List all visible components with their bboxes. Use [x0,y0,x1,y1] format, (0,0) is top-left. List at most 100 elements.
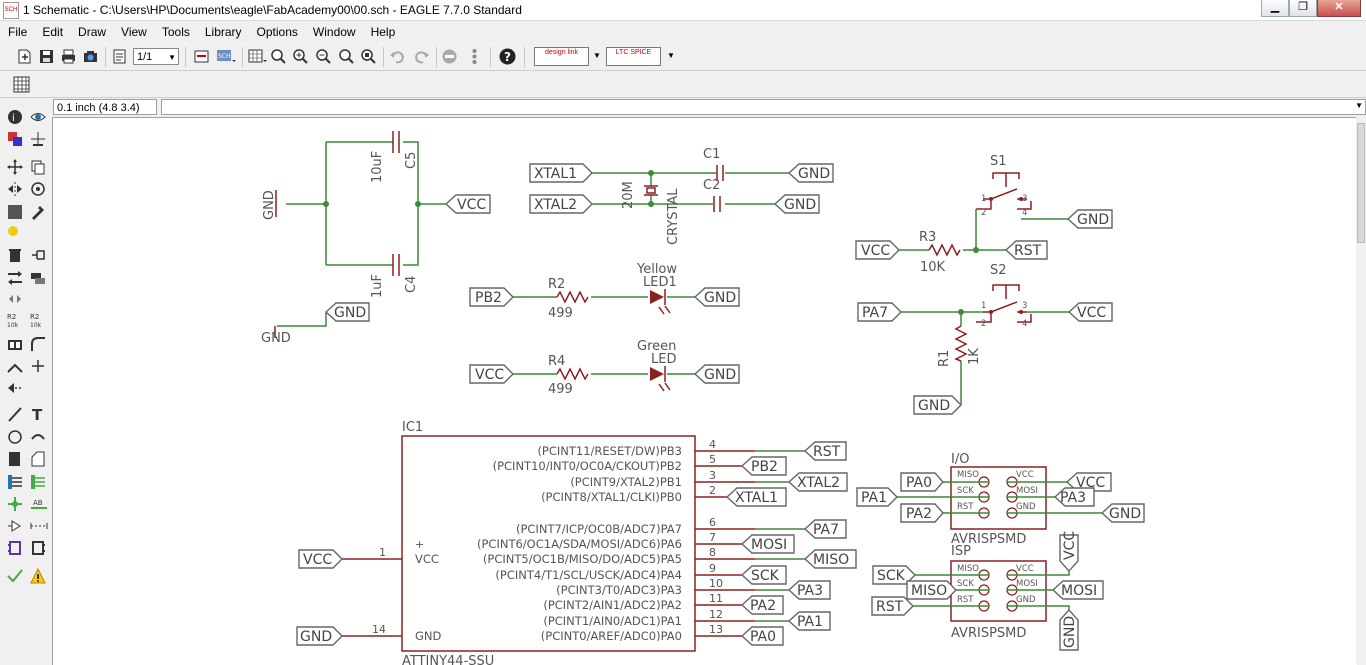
menu-edit[interactable]: Edit [34,22,70,42]
help-icon[interactable]: ? [499,48,516,65]
designlink-button[interactable]: design link [534,47,589,66]
attribute-icon[interactable] [30,518,48,534]
net-label-xtal1[interactable]: XTAL1 [735,490,778,506]
move-icon[interactable] [7,159,23,175]
scrollbar-thumb[interactable] [1357,123,1365,243]
ltspice-button[interactable]: LTC SPICE [606,47,661,66]
text-icon[interactable]: T [30,406,46,422]
gateswap-icon[interactable] [7,291,23,307]
warning-icon[interactable] [30,568,46,584]
sheet-icon[interactable] [111,48,128,65]
net-label-gnd[interactable]: GND [784,197,816,213]
save-icon[interactable] [38,48,55,65]
paste-icon[interactable] [7,225,23,241]
net-label-pb2[interactable]: PB2 [751,459,778,475]
net-label-sck[interactable]: SCK [751,568,780,584]
bus-icon[interactable] [7,474,23,490]
close-button[interactable]: ✕ [1317,0,1361,17]
net-label-vcc[interactable]: VCC [1077,305,1106,321]
net-label-pa3[interactable]: PA3 [797,583,823,599]
eye-icon[interactable] [30,109,46,125]
net-label-mosi[interactable]: MOSI [751,537,787,553]
name-icon[interactable]: R210k [7,312,25,328]
net-label-sck[interactable]: SCK [877,568,906,584]
circle-icon[interactable] [7,429,23,445]
menu-options[interactable]: Options [249,22,305,42]
menu-draw[interactable]: Draw [70,22,113,42]
vertical-scrollbar[interactable] [1356,117,1366,664]
open-file-icon[interactable] [16,48,33,65]
io-header[interactable]: I/O AVRISPSMD MISO SCK RST VCC MOSI GND … [856,452,1145,547]
menu-view[interactable]: View [113,22,154,42]
label-icon[interactable]: AB [30,496,48,512]
drc-icon[interactable] [7,568,23,584]
net-label-gnd[interactable]: GND [918,398,950,414]
net-label-gnd[interactable]: GND [300,629,332,645]
optimize-icon[interactable] [30,358,46,374]
mark-icon[interactable] [30,131,46,147]
net-label-gnd[interactable]: GND [334,305,366,321]
redo-icon[interactable] [413,48,430,65]
net-label-gnd[interactable]: GND [1077,212,1109,228]
rotate-icon[interactable] [30,181,46,197]
go-icon[interactable] [466,48,483,65]
net-label-vcc[interactable]: VCC [457,197,486,213]
pinswap-icon[interactable] [7,270,23,286]
change-icon[interactable] [30,204,46,220]
net-label-vcc[interactable]: VCC [475,367,504,383]
rect-icon[interactable] [7,451,23,467]
miter-icon[interactable] [30,336,46,352]
net-label-xtal1[interactable]: XTAL1 [534,166,577,182]
mirror-icon[interactable] [7,181,23,197]
net-label-pa7[interactable]: PA7 [862,305,888,321]
zoom-out-icon[interactable] [315,48,332,65]
junction-icon[interactable] [7,496,23,512]
net-label-pa1[interactable]: PA1 [797,614,823,630]
net-label-vcc[interactable]: VCC [861,243,890,259]
command-input[interactable]: ▼ [161,99,1366,115]
undo-icon[interactable] [389,48,406,65]
net-label-gnd[interactable]: GND [704,367,736,383]
maximize-button[interactable]: ❐ [1289,0,1317,17]
dimension-icon[interactable] [30,540,46,556]
erc-icon[interactable] [7,518,23,534]
replace-icon[interactable] [30,270,46,286]
info-icon[interactable]: i [7,109,23,125]
stop-icon[interactable] [441,48,458,65]
net-label-rst[interactable]: RST [1014,243,1042,259]
split-icon[interactable] [7,358,23,374]
net-label-rst[interactable]: RST [876,599,904,615]
delete-icon[interactable] [7,247,23,263]
net-label-pa0[interactable]: PA0 [906,475,932,491]
schematic-canvas[interactable]: .w{stroke:#3a8a3a;stroke-width:1.5;fill:… [52,117,1357,665]
menu-help[interactable]: Help [363,22,403,42]
zoom-fit-icon[interactable] [270,48,287,65]
sheet-combo[interactable]: 1/1 ▼ [133,48,179,65]
board-switch-icon[interactable] [193,48,210,65]
net-label-pa3[interactable]: PA3 [1060,490,1086,506]
net-label-vcc[interactable]: VCC [1062,531,1078,560]
net-label-pa2[interactable]: PA2 [750,598,776,614]
zoom-in-icon[interactable] [292,48,309,65]
layers-icon[interactable] [7,131,23,147]
net-label-gnd[interactable]: GND [798,166,830,182]
net-label-xtal2[interactable]: XTAL2 [534,197,577,213]
menu-tools[interactable]: Tools [154,22,197,42]
net-label-miso[interactable]: MISO [813,552,849,568]
net-label-gnd[interactable]: GND [1062,616,1078,648]
sch-icon[interactable]: SCH [216,48,236,65]
copy-icon[interactable] [30,159,46,175]
chevron-down-icon[interactable]: ▼ [593,51,601,60]
net-icon[interactable] [30,474,46,490]
frame-icon[interactable] [7,540,23,556]
net-label-pa7[interactable]: PA7 [813,522,839,538]
value-icon[interactable]: R210k [30,312,48,328]
minimize-button[interactable]: ▁ [1261,0,1289,17]
smash-icon[interactable] [7,336,23,352]
net-label-pa2[interactable]: PA2 [906,506,932,522]
net-label-vcc[interactable]: VCC [303,552,332,568]
isp-header[interactable]: ISP AVRISPSMD MISO SCK RST VCC MOSI GND … [871,531,1104,651]
net-label-gnd[interactable]: GND [1109,506,1141,522]
net-label-pb2[interactable]: PB2 [475,290,502,306]
print-icon[interactable] [60,48,77,65]
